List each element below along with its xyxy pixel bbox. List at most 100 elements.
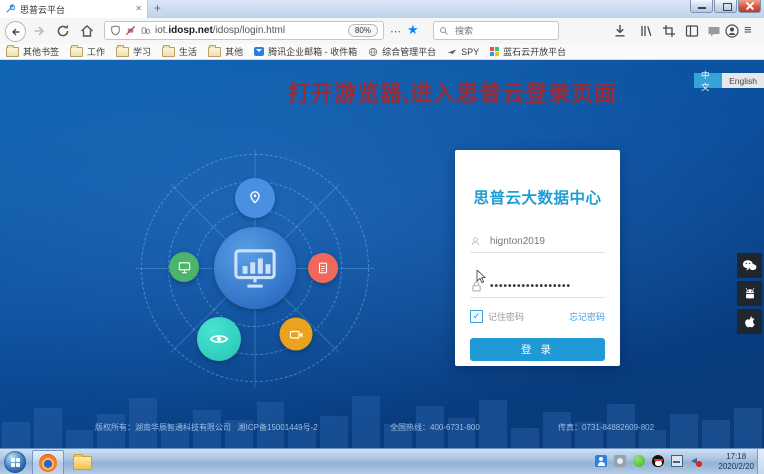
tray-notification-icon[interactable]: [595, 455, 607, 467]
taskbar-explorer-button[interactable]: [66, 450, 98, 474]
account-button[interactable]: [724, 23, 740, 39]
search-input[interactable]: [453, 25, 547, 37]
remember-password[interactable]: ✓ 记住密码: [470, 310, 524, 323]
downloads-button[interactable]: [612, 23, 628, 39]
messages-bubble-icon[interactable]: [706, 23, 722, 39]
login-button[interactable]: 登 录: [470, 338, 605, 361]
folder-icon: [6, 47, 19, 57]
language-toggle: 中文 English: [694, 73, 764, 88]
windows-logo-icon: [11, 458, 20, 467]
monitor-chart-icon: [232, 247, 278, 289]
firefox-icon: [39, 454, 57, 472]
city-skyline: [0, 390, 764, 448]
username-input[interactable]: [488, 235, 605, 248]
grid-icon: [490, 47, 499, 56]
bookmarks-bar: 其他书签 工作 学习 生活 其他 腾讯企业邮箱 - 收件箱 综合管理平台 SPY…: [0, 44, 764, 60]
login-options: ✓ 记住密码 忘记密码: [470, 310, 605, 323]
page-content: 打开游览器,进入思普云登录页面 中文 English: [0, 60, 764, 448]
bookmark-folder-work[interactable]: 工作: [70, 45, 105, 58]
home-button[interactable]: [79, 23, 95, 39]
search-bar[interactable]: [433, 21, 559, 40]
forward-button[interactable]: [31, 23, 47, 39]
android-button[interactable]: [737, 281, 762, 306]
taskbar-clock[interactable]: 17:18 2020/2/20: [718, 452, 754, 472]
bookmark-folder-misc[interactable]: 其他: [208, 45, 243, 58]
tray-recorder-icon[interactable]: [614, 455, 626, 467]
dashboard-hub-circle: [214, 227, 296, 309]
taskbar-firefox-button[interactable]: [32, 450, 64, 474]
zoom-indicator[interactable]: 80%: [348, 24, 378, 37]
restore-button[interactable]: [714, 0, 737, 13]
show-desktop-button[interactable]: [757, 449, 764, 474]
location-circle: [235, 178, 275, 218]
annotation-text: 打开游览器,进入思普云登录页面: [288, 76, 617, 108]
taskbar: 17:18 2020/2/20: [0, 448, 764, 474]
bookmark-spy[interactable]: SPY: [447, 47, 479, 57]
folder-icon: [70, 47, 83, 57]
bookmark-folder-study[interactable]: 学习: [116, 45, 151, 58]
menu-button[interactable]: ≡: [744, 22, 752, 37]
apple-icon: [743, 315, 757, 329]
tracking-shield-icon[interactable]: [110, 25, 121, 36]
bookmark-folder-life[interactable]: 生活: [162, 45, 197, 58]
android-icon: [743, 287, 757, 301]
reload-button[interactable]: [55, 23, 71, 39]
library-button[interactable]: [638, 23, 654, 39]
spy-icon: [447, 47, 457, 57]
tab-close-icon[interactable]: ✕: [135, 5, 142, 13]
browser-tab[interactable]: 思普云平台 ✕: [0, 0, 148, 18]
login-card: 思普云大数据中心 •••••••••••••••••• ✓ 记住密码 忘记密码 …: [455, 150, 620, 366]
tray-network-icon[interactable]: [671, 455, 683, 467]
blocked-content-icon[interactable]: [125, 25, 136, 36]
lang-chinese-button[interactable]: 中文: [694, 73, 722, 88]
report-circle: [308, 253, 338, 283]
mouse-cursor: [476, 270, 488, 284]
bookmark-lanshi-cloud[interactable]: 蓝石云开放平台: [490, 45, 566, 58]
folder-icon: [162, 47, 175, 57]
search-icon: [439, 26, 449, 36]
bookmark-folder-other[interactable]: 其他书签: [6, 45, 59, 58]
tray-qq-icon[interactable]: [652, 455, 664, 467]
system-tray: [595, 455, 702, 467]
wechat-button[interactable]: [737, 253, 762, 278]
tray-messenger-icon[interactable]: [633, 455, 645, 467]
page-actions-icon[interactable]: ⋯: [390, 25, 401, 38]
lang-english-button[interactable]: English: [722, 73, 764, 88]
browser-window: 思普云平台 ✕ + iot.idosp.net/idosp/login.html…: [0, 0, 764, 474]
user-icon: [470, 235, 481, 248]
url-bar[interactable]: iot.idosp.net/idosp/login.html 80%: [104, 21, 384, 40]
login-title: 思普云大数据中心: [470, 186, 605, 208]
globe-icon: [368, 47, 378, 57]
minimize-button[interactable]: [690, 0, 713, 13]
titlebar: 思普云平台 ✕ +: [0, 0, 764, 19]
site-info-icon[interactable]: [140, 25, 151, 36]
monitoring-circle: [197, 317, 241, 361]
navigation-toolbar: iot.idosp.net/idosp/login.html 80% ⋯ ★ ≡: [0, 18, 764, 45]
video-circle: [280, 318, 313, 351]
back-button[interactable]: [5, 21, 26, 42]
close-button[interactable]: [738, 0, 761, 13]
password-field[interactable]: ••••••••••••••••••: [470, 275, 605, 298]
remember-checkbox[interactable]: ✓: [470, 310, 483, 323]
bookmark-admin-platform[interactable]: 综合管理平台: [368, 45, 436, 58]
bookmark-star-icon[interactable]: ★: [407, 22, 419, 38]
sidebar-toggle-button[interactable]: [684, 23, 700, 39]
bookmark-tencent-mail[interactable]: 腾讯企业邮箱 - 收件箱: [254, 45, 357, 58]
apple-button[interactable]: [737, 309, 762, 334]
restore-icon: [723, 3, 732, 11]
screenshot-crop-button[interactable]: [661, 23, 677, 39]
window-controls: [689, 0, 761, 13]
back-icon: [10, 26, 22, 38]
start-button[interactable]: [4, 451, 26, 473]
minimize-icon: [698, 7, 706, 9]
clock-date: 2020/2/20: [718, 462, 754, 472]
float-buttons: [737, 253, 762, 334]
forgot-password-link[interactable]: 忘记密码: [569, 310, 605, 323]
url-text[interactable]: iot.idosp.net/idosp/login.html: [155, 25, 344, 36]
tray-volume-muted-icon[interactable]: [690, 455, 702, 467]
map-pin-icon: [246, 189, 264, 207]
footer-fax: 传真：0731-84882609-802: [558, 422, 654, 433]
username-field[interactable]: [470, 230, 605, 253]
new-tab-button[interactable]: +: [154, 1, 161, 15]
tab-title: 思普云平台: [20, 3, 130, 16]
